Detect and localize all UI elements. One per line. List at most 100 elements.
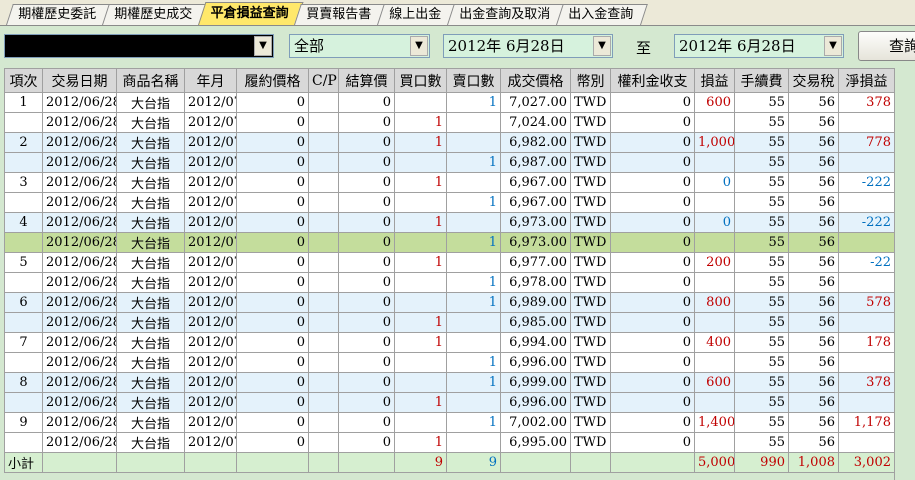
cell-pnl bbox=[694, 192, 735, 213]
cell-premium: 0 bbox=[610, 392, 695, 413]
column-header[interactable]: 履約價格 bbox=[236, 68, 309, 93]
cell-product: 大台指 bbox=[116, 312, 185, 333]
cell-sell: 1 bbox=[446, 92, 501, 113]
tab-label: 平倉損益查詢 bbox=[210, 6, 289, 21]
tab-6[interactable]: 出入金查詢 bbox=[556, 4, 648, 25]
table-row[interactable]: 62012/06/28大台指2012/070016,989.00TWD08005… bbox=[4, 292, 895, 313]
subtotal-sell: 9 bbox=[446, 452, 501, 473]
table-row[interactable]: 2012/06/28大台指2012/070016,973.00TWD05556 bbox=[4, 232, 895, 253]
table-row[interactable]: 72012/06/28大台指2012/070016,994.00TWD04005… bbox=[4, 332, 895, 353]
column-header[interactable]: 賣口數 bbox=[446, 68, 501, 93]
cell-strike: 0 bbox=[236, 392, 309, 413]
cell-settle: 0 bbox=[338, 192, 395, 213]
column-header[interactable]: 手續費 bbox=[734, 68, 789, 93]
cell-premium: 0 bbox=[610, 92, 695, 113]
cell-pnl: 0 bbox=[694, 172, 735, 193]
column-header[interactable]: 項次 bbox=[4, 68, 43, 93]
cell-price: 6,982.00 bbox=[500, 132, 571, 153]
cell-net: -22 bbox=[838, 252, 895, 273]
cell-price: 6,967.00 bbox=[500, 172, 571, 193]
column-header[interactable]: 交易日期 bbox=[42, 68, 117, 93]
table-row[interactable]: 2012/06/28大台指2012/070016,995.00TWD05556 bbox=[4, 432, 895, 453]
cell-tax: 56 bbox=[788, 372, 839, 393]
table-row[interactable]: 32012/06/28大台指2012/070016,967.00TWD00555… bbox=[4, 172, 895, 193]
cell-product: 大台指 bbox=[116, 172, 185, 193]
cell-date: 2012/06/28 bbox=[42, 312, 117, 333]
table-row[interactable]: 2012/06/28大台指2012/070016,996.00TWD05556 bbox=[4, 352, 895, 373]
table-row[interactable]: 42012/06/28大台指2012/070016,973.00TWD00555… bbox=[4, 212, 895, 233]
cell-date: 2012/06/28 bbox=[42, 372, 117, 393]
cell-tax: 56 bbox=[788, 272, 839, 293]
table-row[interactable]: 12012/06/28大台指2012/070017,027.00TWD06005… bbox=[4, 92, 895, 113]
tab-1[interactable]: 期權歷史成交 bbox=[102, 4, 207, 25]
column-header[interactable]: C/P bbox=[308, 68, 339, 93]
start-date-picker[interactable]: 2012年 6月28日 ▼ bbox=[443, 34, 613, 58]
cell-no bbox=[4, 352, 43, 373]
table-row[interactable]: 82012/06/28大台指2012/070016,999.00TWD06005… bbox=[4, 372, 895, 393]
cell-tax: 56 bbox=[788, 412, 839, 433]
cell-no: 4 bbox=[4, 212, 43, 233]
tab-5[interactable]: 出金查詢及取消 bbox=[447, 4, 565, 25]
column-header[interactable]: 幣別 bbox=[570, 68, 611, 93]
cell-sell bbox=[446, 252, 501, 273]
chevron-down-icon[interactable]: ▼ bbox=[254, 36, 272, 56]
cell-cp bbox=[308, 272, 339, 293]
cell-buy bbox=[394, 292, 447, 313]
table-row[interactable]: 2012/06/28大台指2012/070016,985.00TWD05556 bbox=[4, 312, 895, 333]
cell-buy bbox=[394, 92, 447, 113]
cell-fee: 55 bbox=[734, 412, 789, 433]
column-header[interactable]: 損益 bbox=[694, 68, 735, 93]
tab-0[interactable]: 期權歷史委託 bbox=[6, 4, 111, 25]
column-header[interactable]: 成交價格 bbox=[500, 68, 571, 93]
tab-label: 買賣報告書 bbox=[306, 7, 372, 22]
table-row[interactable]: 2012/06/28大台指2012/070016,967.00TWD05556 bbox=[4, 192, 895, 213]
cell-product: 大台指 bbox=[116, 332, 185, 353]
column-header[interactable]: 買口數 bbox=[394, 68, 447, 93]
table-row[interactable]: 2012/06/28大台指2012/070017,024.00TWD05556 bbox=[4, 112, 895, 133]
chevron-down-icon[interactable]: ▼ bbox=[824, 36, 842, 56]
column-header[interactable]: 淨損益 bbox=[838, 68, 895, 93]
cell-sell bbox=[446, 332, 501, 353]
product-kind-select[interactable]: 全部 ▼ bbox=[289, 34, 430, 58]
cell-premium: 0 bbox=[610, 152, 695, 173]
cell-net bbox=[838, 312, 895, 333]
table-row[interactable]: 2012/06/28大台指2012/070016,978.00TWD05556 bbox=[4, 272, 895, 293]
cell-net bbox=[838, 232, 895, 253]
cell-fee: 55 bbox=[734, 252, 789, 273]
cell-premium: 0 bbox=[610, 192, 695, 213]
cell-no bbox=[4, 432, 43, 453]
cell-price: 6,996.00 bbox=[500, 352, 571, 373]
end-date-picker[interactable]: 2012年 6月28日 ▼ bbox=[674, 34, 844, 58]
cell-cur: TWD bbox=[570, 152, 611, 173]
cell-strike: 0 bbox=[236, 232, 309, 253]
chevron-down-icon[interactable]: ▼ bbox=[593, 36, 611, 56]
cell-no: 1 bbox=[4, 92, 43, 113]
tab-3[interactable]: 買賣報告書 bbox=[294, 4, 386, 25]
table-row[interactable]: 2012/06/28大台指2012/070016,996.00TWD05556 bbox=[4, 392, 895, 413]
subtotal-cur bbox=[570, 452, 611, 473]
table-row[interactable]: 2012/06/28大台指2012/070016,987.00TWD05556 bbox=[4, 152, 895, 173]
chevron-down-icon[interactable]: ▼ bbox=[410, 36, 428, 56]
cell-settle: 0 bbox=[338, 292, 395, 313]
cell-cp bbox=[308, 132, 339, 153]
column-header[interactable]: 交易稅 bbox=[788, 68, 839, 93]
column-header[interactable]: 年月 bbox=[184, 68, 237, 93]
cell-date: 2012/06/28 bbox=[42, 412, 117, 433]
cell-price: 7,024.00 bbox=[500, 112, 571, 133]
table-row[interactable]: 92012/06/28大台指2012/070017,002.00TWD01,40… bbox=[4, 412, 895, 433]
cell-cur: TWD bbox=[570, 332, 611, 353]
cell-sell: 1 bbox=[446, 272, 501, 293]
tab-4[interactable]: 線上出金 bbox=[377, 4, 456, 25]
cell-date: 2012/06/28 bbox=[42, 292, 117, 313]
column-header[interactable]: 結算價 bbox=[338, 68, 395, 93]
column-header[interactable]: 權利金收支 bbox=[610, 68, 695, 93]
account-select[interactable]: ▼ bbox=[4, 34, 274, 58]
tab-2[interactable]: 平倉損益查詢 bbox=[198, 2, 304, 25]
cell-cp bbox=[308, 352, 339, 373]
subtotal-no: 小計 bbox=[4, 452, 43, 473]
table-row[interactable]: 52012/06/28大台指2012/070016,977.00TWD02005… bbox=[4, 252, 895, 273]
column-header[interactable]: 商品名稱 bbox=[116, 68, 185, 93]
table-row[interactable]: 22012/06/28大台指2012/070016,982.00TWD01,00… bbox=[4, 132, 895, 153]
query-button[interactable]: 查詢 bbox=[858, 31, 915, 61]
vertical-scrollbar[interactable] bbox=[894, 68, 915, 480]
